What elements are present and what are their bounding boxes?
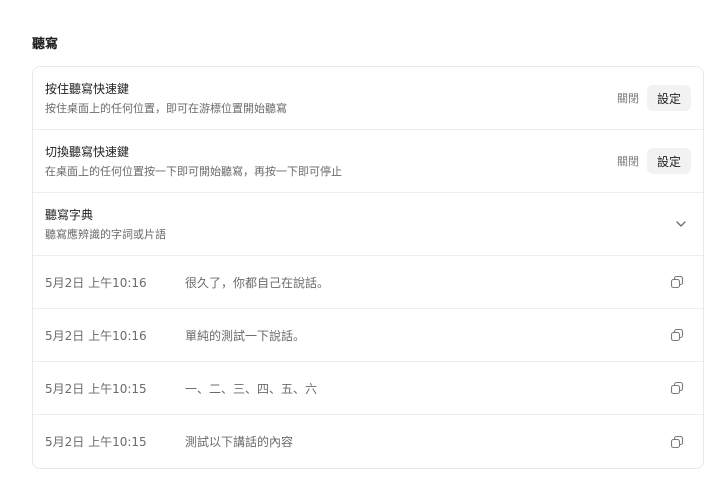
setting-title: 按住聽寫快速鍵 — [45, 81, 130, 96]
setting-title: 切換聽寫快速鍵 — [45, 144, 130, 159]
history-time: 5月2日 上午10:16 — [45, 328, 147, 343]
chevron-down-icon[interactable] — [673, 216, 689, 232]
setting-controls: 關閉 設定 — [617, 85, 691, 111]
history-row: 5月2日 上午10:15 測試以下講話的內容 — [33, 415, 703, 468]
dictionary-row[interactable]: 聽寫字典 聽寫應辨識的字詞或片語 — [33, 193, 703, 256]
status-text: 關閉 — [616, 92, 639, 105]
history-text: 測試以下講話的內容 — [185, 435, 294, 449]
section-title: 聽寫 — [32, 37, 59, 52]
history-row: 5月2日 上午10:15 一、二、三、四、五、六 — [33, 362, 703, 415]
history-text: 單純的測試一下說話。 — [185, 328, 306, 343]
set-toggle-shortcut-button[interactable]: 設定 — [646, 148, 691, 174]
setting-text: 切換聽寫快速鍵 在桌面上的任何位置按一下即可開始聽寫，再按一下即可停止 — [45, 143, 617, 180]
dictation-settings-page: 聽寫 按住聽寫快速鍵 按住桌面上的任何位置，即可在游標位置開始聽寫 關閉 設定 … — [0, 0, 722, 487]
copy-icon[interactable] — [667, 325, 687, 345]
dictionary-text: 聽寫字典 聽寫應辨識的字詞或片語 — [45, 206, 673, 243]
history-row: 5月2日 上午10:16 單純的測試一下說話。 — [33, 309, 703, 362]
setting-text: 按住聽寫快速鍵 按住桌面上的任何位置，即可在游標位置開始聽寫 — [45, 80, 617, 117]
history-time: 5月2日 上午10:15 — [45, 435, 147, 449]
history-time: 5月2日 上午10:15 — [45, 381, 147, 396]
dictation-card: 按住聽寫快速鍵 按住桌面上的任何位置，即可在游標位置開始聽寫 關閉 設定 切換聽… — [32, 66, 704, 469]
copy-icon[interactable] — [667, 378, 687, 398]
setting-description: 在桌面上的任何位置按一下即可開始聽寫，再按一下即可停止 — [45, 164, 342, 178]
set-hold-shortcut-button[interactable]: 設定 — [646, 85, 691, 111]
setting-row-toggle-shortcut: 切換聽寫快速鍵 在桌面上的任何位置按一下即可開始聽寫，再按一下即可停止 關閉 設… — [33, 130, 703, 193]
history-text: 一、二、三、四、五、六 — [185, 381, 318, 396]
dictionary-description: 聽寫應辨識的字詞或片語 — [45, 227, 166, 241]
setting-description: 按住桌面上的任何位置，即可在游標位置開始聽寫 — [45, 101, 287, 115]
copy-icon[interactable] — [667, 272, 687, 292]
history-row: 5月2日 上午10:16 很久了，你都自己在說話。 — [33, 256, 703, 309]
history-time: 5月2日 上午10:16 — [45, 275, 147, 290]
setting-row-hold-shortcut: 按住聽寫快速鍵 按住桌面上的任何位置，即可在游標位置開始聽寫 關閉 設定 — [33, 67, 703, 130]
copy-icon[interactable] — [667, 432, 687, 452]
status-text: 關閉 — [616, 155, 639, 168]
dictionary-title: 聽寫字典 — [45, 207, 94, 222]
setting-controls: 關閉 設定 — [617, 148, 691, 174]
history-text: 很久了，你都自己在說話。 — [185, 275, 330, 290]
